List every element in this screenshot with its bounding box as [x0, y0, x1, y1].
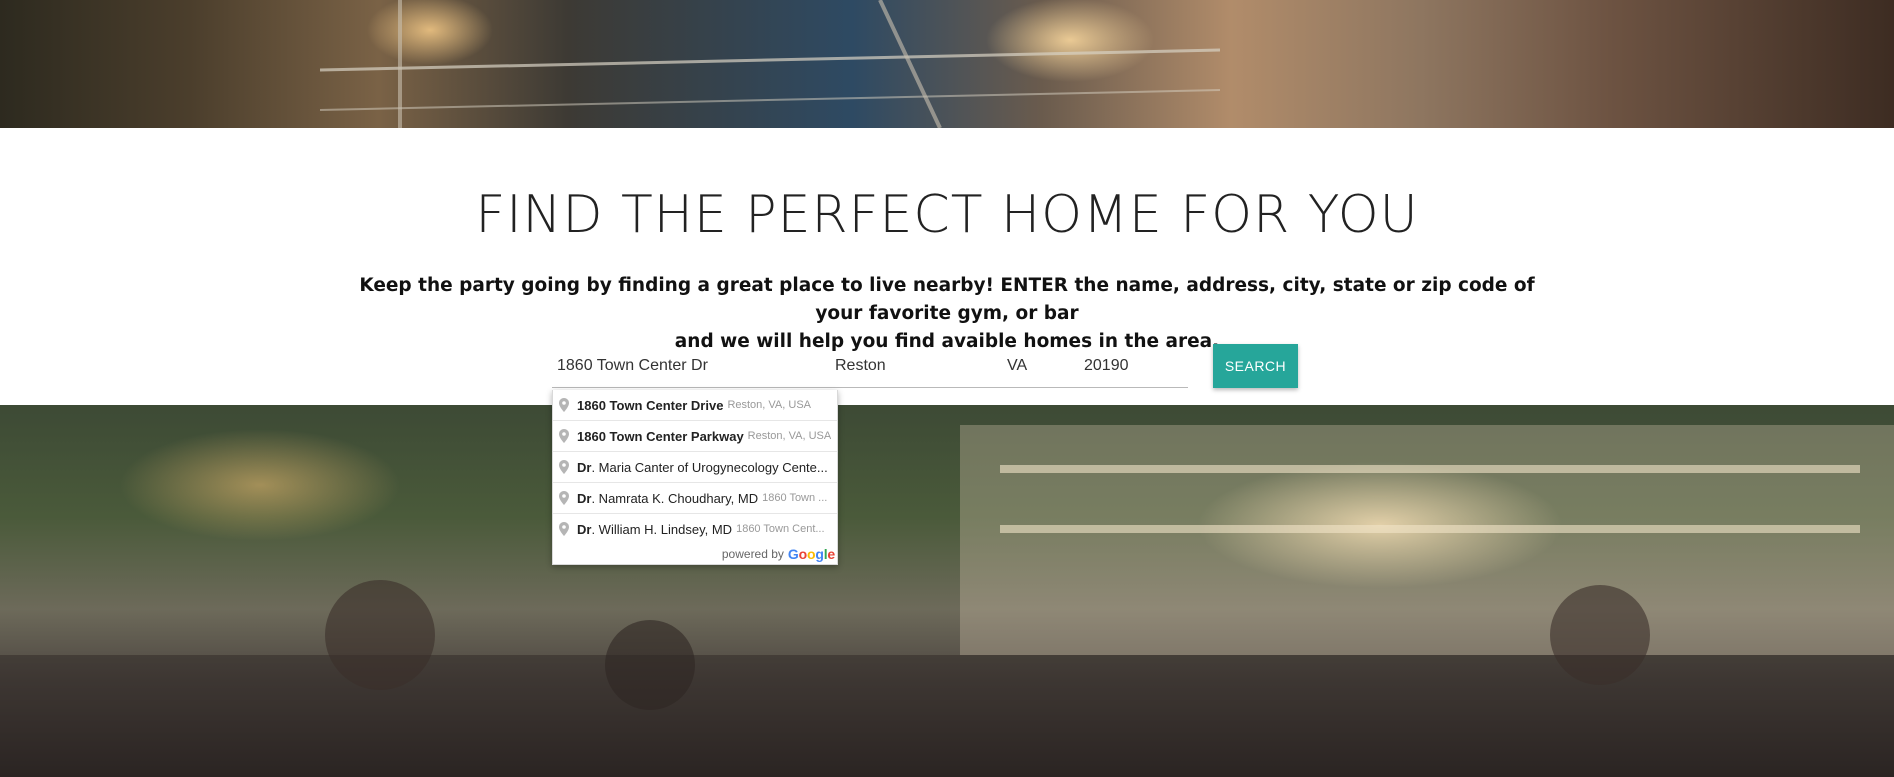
powered-by-label: powered by [721, 547, 784, 561]
city-input[interactable] [824, 344, 992, 388]
autocomplete-main-text: Dr. Maria Canter of Urogynecology Cente.… [577, 460, 828, 475]
autocomplete-rest: Parkway [687, 428, 744, 444]
autocomplete-main-text: 1860 Town Center Drive [577, 398, 723, 413]
autocomplete-match: Dr [577, 521, 592, 537]
autocomplete-secondary-text: Reston, VA, USA [747, 430, 832, 442]
autocomplete-match: Dr [577, 490, 592, 506]
autocomplete-item[interactable]: 1860 Town Center Drive Reston, VA, USA [553, 390, 837, 420]
autocomplete-match: 1860 Town Center [577, 428, 688, 444]
autocomplete-rest: Drive [687, 397, 724, 413]
powered-by-google: powered by Google [553, 544, 837, 564]
map-pin-icon [559, 522, 569, 536]
map-pin-icon [559, 491, 569, 505]
search-button[interactable]: SEARCH [1213, 344, 1298, 388]
zip-input[interactable] [1070, 344, 1188, 388]
autocomplete-item[interactable]: Dr. Namrata K. Choudhary, MD 1860 Town ..… [553, 482, 837, 513]
autocomplete-main-text: Dr. William H. Lindsey, MD [577, 522, 732, 537]
state-input[interactable] [992, 344, 1070, 388]
autocomplete-rest: . Namrata K. Choudhary, MD [591, 490, 759, 506]
map-pin-icon [559, 429, 569, 443]
address-input[interactable] [552, 344, 824, 388]
search-form: SEARCH [552, 344, 1298, 388]
map-pin-icon [559, 460, 569, 474]
autocomplete-match: Dr [577, 459, 592, 475]
autocomplete-secondary-text: Reston, VA, USA [727, 399, 811, 411]
autocomplete-secondary-text: 1860 Town Cent... [736, 523, 825, 535]
hero-image-bottom [0, 405, 1894, 777]
autocomplete-item[interactable]: Dr. William H. Lindsey, MD 1860 Town Cent… [553, 513, 837, 544]
autocomplete-secondary-text: 1860 Town ... [762, 492, 828, 504]
autocomplete-match: 1860 Town Center [577, 397, 688, 413]
autocomplete-main-text: 1860 Town Center Parkway [577, 429, 744, 444]
google-logo: Google [787, 546, 835, 562]
autocomplete-item[interactable]: Dr. Maria Canter of Urogynecology Cente.… [553, 451, 837, 482]
autocomplete-item[interactable]: 1860 Town Center Parkway Reston, VA, USA [553, 420, 837, 451]
autocomplete-dropdown: 1860 Town Center Drive Reston, VA, USA 186… [552, 390, 838, 565]
autocomplete-rest: . William H. Lindsey, MD [591, 521, 733, 537]
balcony-railing-graphic [320, 0, 1220, 128]
autocomplete-rest: . Maria Canter of Urogynecology Cente... [591, 459, 828, 475]
map-pin-icon [559, 398, 569, 412]
hero-image-top [0, 0, 1894, 128]
subtitle-line-1: Keep the party going by finding a great … [359, 275, 1535, 324]
page-title: FIND THE PERFECT HOME FOR YOU [475, 185, 1419, 245]
street-scene-graphic [0, 425, 1894, 777]
autocomplete-main-text: Dr. Namrata K. Choudhary, MD [577, 491, 758, 506]
